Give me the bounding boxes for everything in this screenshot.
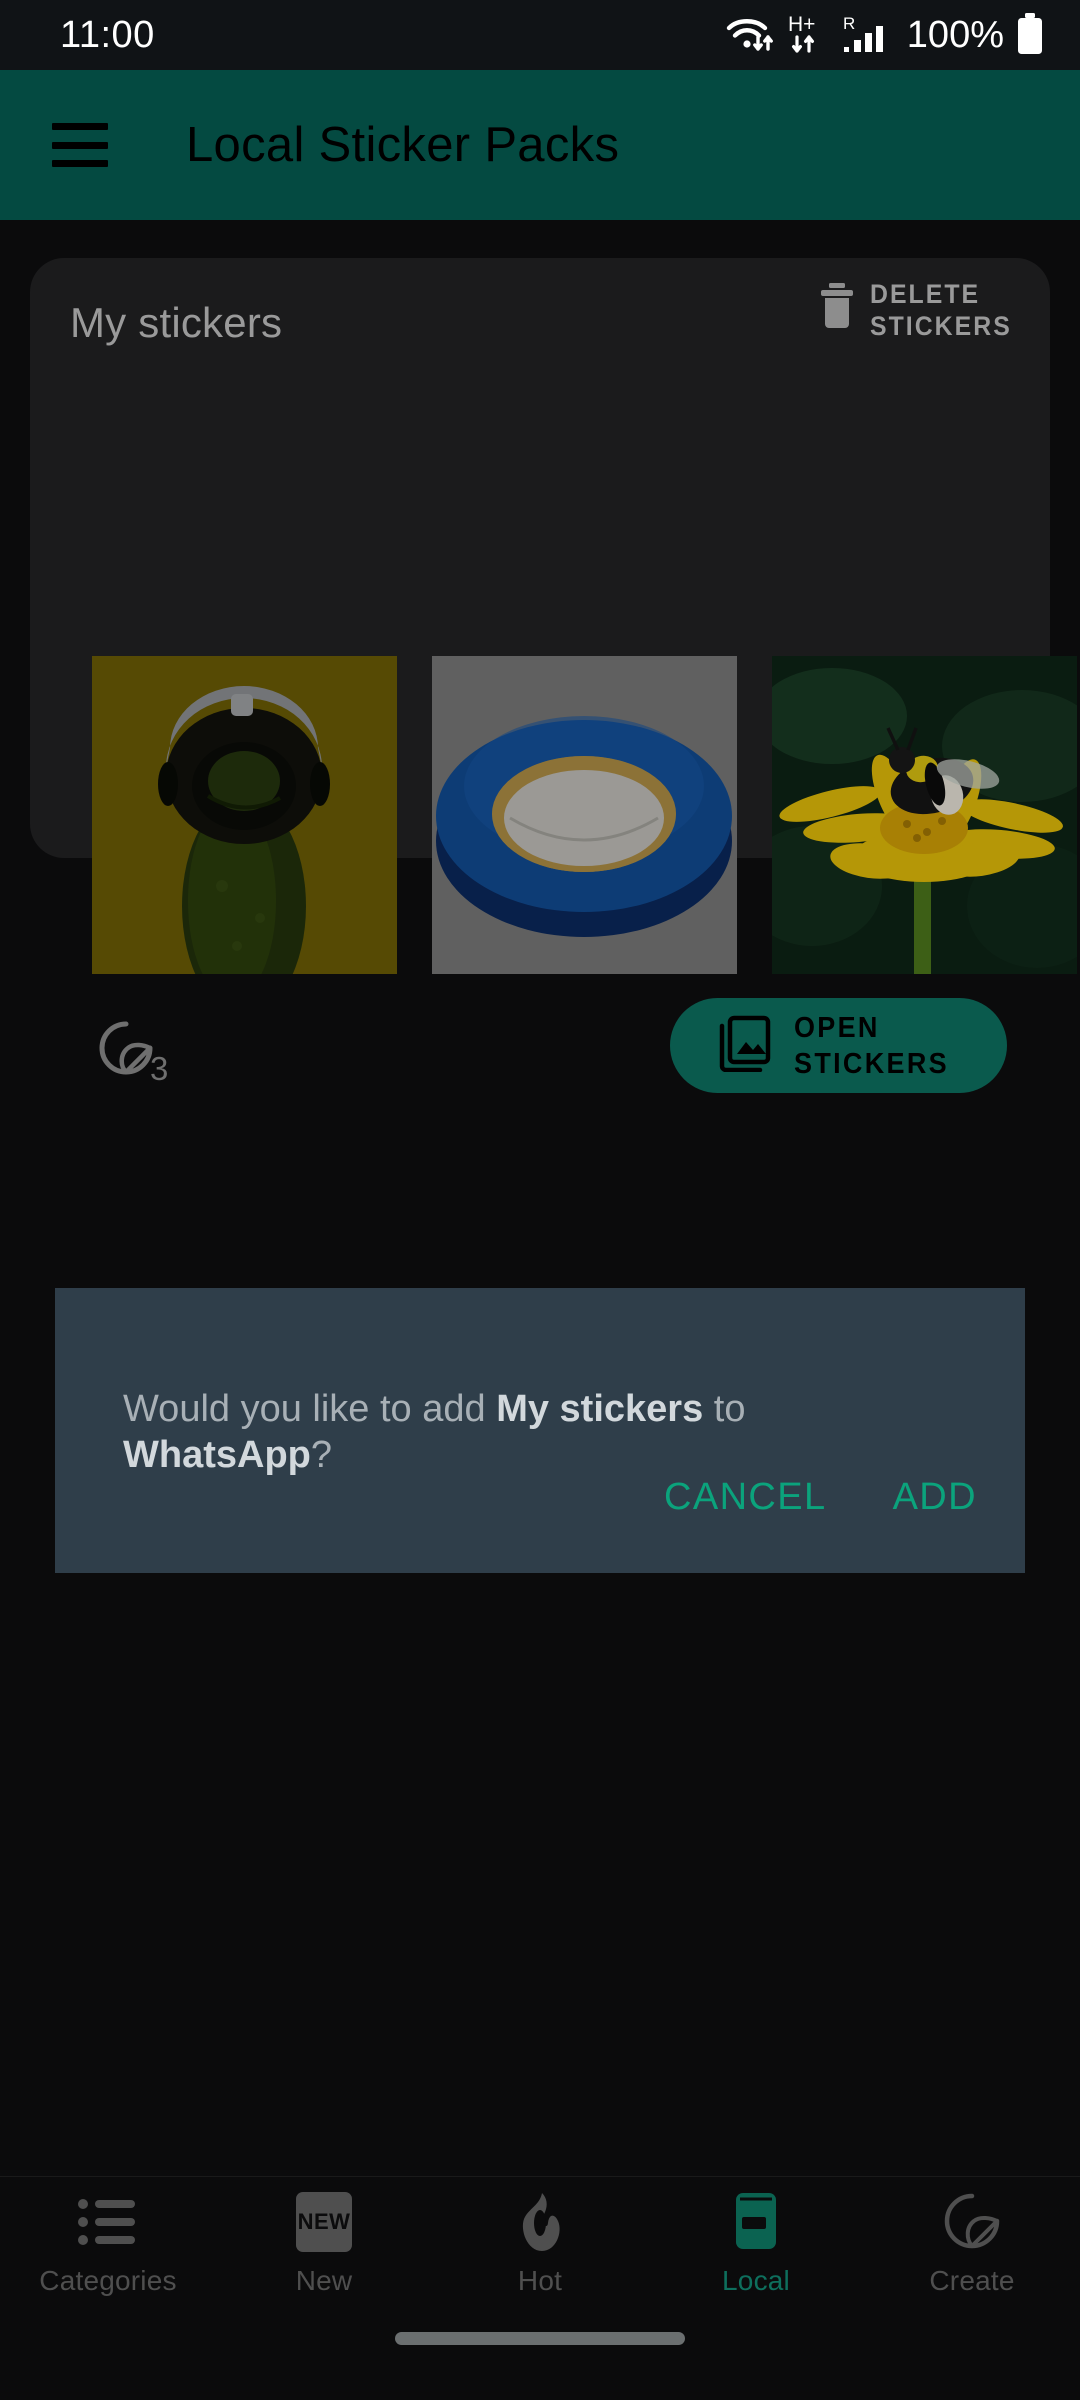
battery-percent-label: 100% [906,13,1004,56]
nav-label-create: Create [929,2264,1015,2296]
pickle-with-helmet-sticker[interactable] [92,656,397,974]
list-icon [77,2191,139,2253]
sticker-create-icon [942,2191,1002,2253]
svg-text:R: R [843,14,855,33]
trash-icon [818,282,856,335]
sticker-icon [98,1020,154,1083]
open-stickers-button[interactable]: OPEN STICKERS [670,998,1007,1093]
sticker-count-label: 3 [150,1050,169,1087]
open-stickers-label: OPEN STICKERS [794,1011,949,1080]
sticker-pack-title: My stickers [70,299,283,346]
battery-icon [1014,12,1046,58]
add-button[interactable]: ADD [893,1476,977,1519]
delete-stickers-button[interactable]: DELETE STICKERS [818,278,1024,342]
bottom-navigation-bar: Categories NEW New Hot Local Create [0,2176,1080,2310]
dialog-message-suffix: ? [310,1434,333,1476]
wifi-icon [725,13,777,57]
signal-icon: R [843,13,891,57]
phone-screen: 11:00 H+ R 100% Local Sticker Packs My s… [0,0,1080,2400]
status-bar-icons: H+ R 100% [725,12,1046,58]
main-content: My stickers DELETE STICKERS 3 OPEN STICK… [0,220,1080,2176]
dialog-pack-name: My stickers [496,1388,704,1430]
nav-item-new[interactable]: NEW New [216,2191,432,2297]
gesture-navigation-bar [0,2310,1080,2400]
status-bar-clock: 11:00 [60,13,155,56]
dialog-message-prefix: Would you like to add [123,1388,497,1430]
delete-stickers-label: DELETE STICKERS [869,279,1012,341]
status-bar: 11:00 H+ R 100% [0,0,1080,70]
dialog-message-middle: to [703,1388,746,1430]
sticker-pack-card[interactable]: My stickers DELETE STICKERS 3 OPEN STICK… [30,258,1077,1093]
nav-label-categories: Categories [39,2264,177,2296]
nav-label-new: New [295,2264,353,2296]
cancel-button[interactable]: CANCEL [664,1476,827,1519]
blue-tape-roll-sticker[interactable] [432,656,737,974]
add-to-whatsapp-dialog: Would you like to add My stickers to Wha… [55,1288,1025,1573]
dialog-app-name: WhatsApp [123,1434,311,1476]
nav-item-categories[interactable]: Categories [0,2191,216,2297]
nav-item-local[interactable]: Local [648,2191,864,2297]
svg-text:H+: H+ [788,13,815,36]
flame-icon [514,2191,566,2253]
device-storage-icon [730,2191,782,2253]
sticker-pack-header: My stickers DELETE STICKERS [30,258,1050,388]
dialog-actions: CANCEL ADD [664,1476,977,1519]
nav-label-hot: Hot [517,2264,563,2296]
sticker-count: 3 [98,1020,169,1087]
dialog-message: Would you like to add My stickers to Wha… [123,1386,963,1478]
hamburger-menu-icon[interactable] [52,123,108,167]
nav-item-create[interactable]: Create [864,2191,1080,2297]
app-bar: Local Sticker Packs [0,70,1080,220]
mobile-data-icon: H+ [787,13,833,57]
new-badge-icon: NEW [296,2191,352,2253]
photo-library-icon [714,1014,772,1077]
nav-label-local: Local [722,2264,790,2296]
sticker-thumbnail-row [92,656,1077,974]
page-title: Local Sticker Packs [186,118,620,172]
bee-on-flower-sticker[interactable] [772,656,1077,974]
nav-item-hot[interactable]: Hot [432,2191,648,2297]
gesture-handle[interactable] [395,2332,685,2345]
